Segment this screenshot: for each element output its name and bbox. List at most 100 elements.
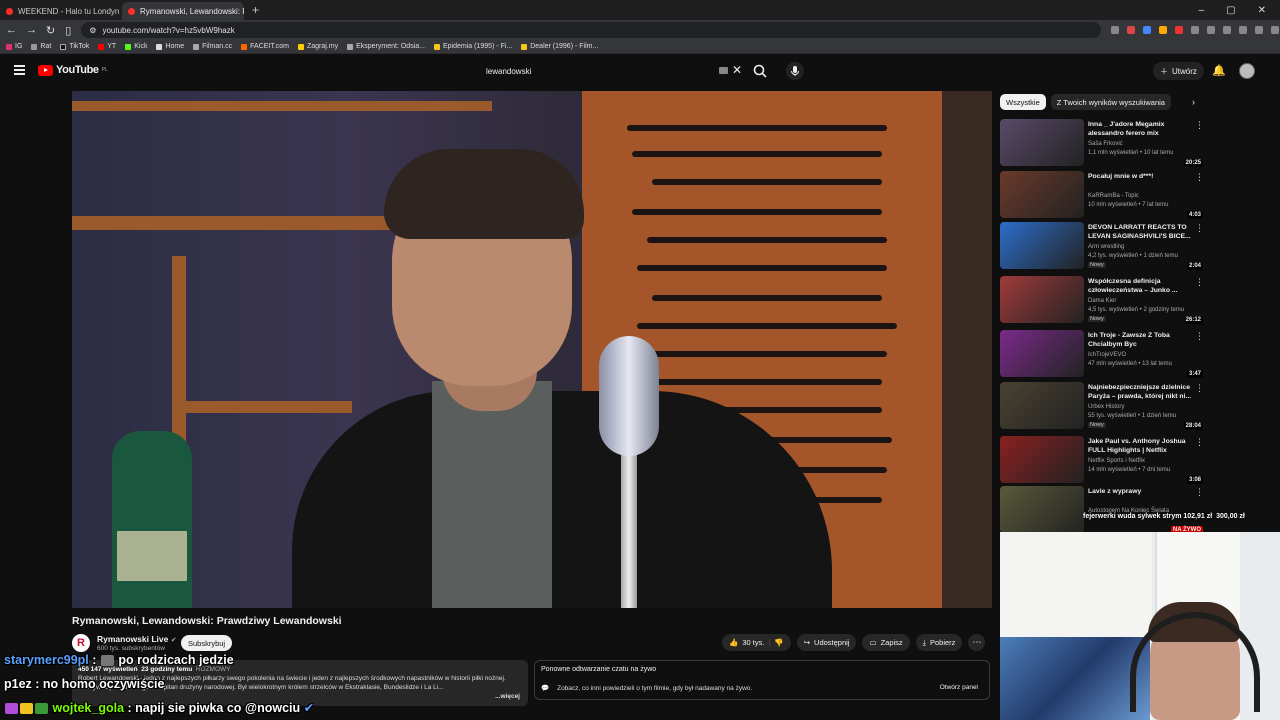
video-thumbnail[interactable]	[1000, 119, 1084, 166]
chip-from-search[interactable]: Z Twoich wyników wyszukiwania	[1050, 94, 1171, 110]
more-options-icon[interactable]: ⋮	[1195, 487, 1204, 498]
video-thumbnail[interactable]	[1000, 486, 1084, 533]
bookmark-item[interactable]: TikTok	[60, 43, 89, 50]
video-actions: 👍 30 tys. | 👎 ↪ Udostępnij ▭ Zapisz ⤓ Po…	[722, 634, 986, 651]
video-title: Inna _ J'adore Megamix alessandro ferero…	[1088, 121, 1165, 137]
slat	[647, 351, 887, 357]
recommended-video[interactable]: 3:47 Ich Troje - Zawsze Z Toba Chcialbym…	[1000, 330, 1205, 380]
streamer-webcam	[1000, 532, 1280, 720]
video-meta: 4,5 tys. wyświetleń • 2 godziny temu	[1088, 307, 1185, 313]
more-options-icon[interactable]: ⋮	[1195, 331, 1204, 342]
menu-icon[interactable]	[1271, 26, 1280, 34]
minimize-icon[interactable]: –	[1199, 5, 1205, 16]
close-window-icon[interactable]: ✕	[1258, 5, 1266, 16]
extension-icon[interactable]	[1239, 26, 1248, 34]
recommended-video[interactable]: 28:04 Najniebezpieczniejsze dzielnice Pa…	[1000, 382, 1205, 432]
back-icon[interactable]: ←	[6, 24, 17, 36]
new-tab-button[interactable]: +	[244, 3, 267, 17]
recommended-video[interactable]: 20:25 Inna _ J'adore Megamix alessandro …	[1000, 119, 1205, 169]
menu-icon[interactable]	[14, 65, 25, 77]
browser-tab-active[interactable]: Rymanowski, Lewandowski: P... ✕	[122, 2, 244, 20]
slat	[637, 323, 897, 329]
video-thumbnail[interactable]	[1000, 382, 1084, 429]
extension-icon[interactable]	[1143, 26, 1152, 34]
bookmark-item[interactable]: Epidemia (1995) - Fi...	[433, 43, 512, 50]
browser-tab[interactable]: WEEKEND - Halo tu Londyn (Oficjal...	[0, 2, 122, 20]
tab-label: WEEKEND - Halo tu Londyn (Oficjal...	[18, 6, 122, 16]
address-bar-row: ← → ↻ ▯ ⚙ youtube.com/watch?v=hz5vbW9haz…	[0, 20, 1280, 40]
extension-icon[interactable]	[1223, 26, 1232, 34]
recommended-video[interactable]: 4:03 Pocałuj mnie w d***! KaRRamBa - Top…	[1000, 171, 1205, 221]
search-input[interactable]: lewandowski ✕	[478, 62, 746, 80]
microphone-icon	[791, 66, 799, 76]
view-count: 450 147 wyświetleń	[78, 666, 138, 673]
account-avatar[interactable]	[1239, 63, 1255, 79]
subscribe-button[interactable]: Subskrybuj	[181, 635, 233, 651]
keyboard-icon[interactable]	[719, 67, 728, 74]
bookmark-item[interactable]: FACEIT.com	[241, 43, 289, 50]
new-badge: Nowy	[1088, 316, 1106, 322]
bookmark-item[interactable]: YT	[98, 43, 116, 50]
bookmark-item[interactable]: IG	[6, 43, 22, 50]
video-thumbnail[interactable]	[1000, 171, 1084, 218]
forward-icon[interactable]: →	[26, 24, 37, 36]
video-player[interactable]	[72, 91, 992, 608]
reload-icon[interactable]: ↻	[46, 24, 55, 37]
extension-icon[interactable]	[1191, 26, 1200, 34]
recommended-video[interactable]: 2:04 DEVON LARRATT REACTS TO LEVAN SAGIN…	[1000, 222, 1205, 272]
extension-icon[interactable]	[1159, 26, 1168, 34]
channel-avatar[interactable]: R	[72, 634, 90, 652]
bookmark-item[interactable]: Kick	[125, 43, 147, 50]
video-thumbnail[interactable]	[1000, 276, 1084, 323]
bookmark-item[interactable]: Eksperyment: Odsia...	[347, 43, 425, 50]
thumbs-down-icon[interactable]: 👎	[774, 638, 783, 647]
chat-replay-title: Ponowne odtwarzanie czatu na żywo	[541, 666, 657, 673]
extension-icon[interactable]	[1175, 26, 1184, 34]
extension-icon[interactable]	[1207, 26, 1216, 34]
extension-icon[interactable]	[1111, 26, 1120, 34]
chevron-right-icon[interactable]: ›	[1192, 97, 1195, 107]
more-options-icon[interactable]: ⋮	[1195, 437, 1204, 448]
more-options-icon[interactable]: ⋮	[1195, 277, 1204, 288]
video-title: Ich Troje - Zawsze Z Toba Chcialbym Byc	[1088, 332, 1170, 348]
bookmark-item[interactable]: Dealer (1996) - Film...	[521, 43, 598, 50]
site-info-icon[interactable]: ⚙	[89, 26, 96, 35]
video-thumbnail[interactable]	[1000, 436, 1084, 483]
more-options-icon[interactable]: ⋮	[1195, 383, 1204, 394]
more-options-icon[interactable]: ⋮	[1195, 120, 1204, 131]
url-field[interactable]: ⚙ youtube.com/watch?v=hz5vbW9hazk	[81, 22, 1102, 38]
bookmark-item[interactable]: Filman.cc	[193, 43, 232, 50]
youtube-logo[interactable]: YouTube PL	[38, 64, 108, 76]
bookmark-item[interactable]: Zagraj.my	[298, 43, 338, 50]
save-button[interactable]: ▭ Zapisz	[862, 634, 910, 651]
voice-search-button[interactable]	[786, 62, 804, 80]
share-button[interactable]: ↪ Udostępnij	[796, 634, 857, 651]
chip-all[interactable]: Wszystkie	[1000, 94, 1046, 110]
extension-icon[interactable]	[1127, 26, 1136, 34]
channel-name: Urbex History	[1088, 404, 1125, 410]
bookmark-item[interactable]: Rat	[31, 43, 51, 50]
bookmark-page-icon[interactable]: ▯	[65, 24, 71, 37]
download-button[interactable]: ⤓ Pobierz	[915, 634, 963, 651]
extension-icon[interactable]	[1255, 26, 1264, 34]
channel-name[interactable]: Rymanowski Live ✔	[97, 634, 177, 644]
search-icon[interactable]	[752, 63, 768, 79]
recommended-video[interactable]: 26:12 Współczesna definicja człowieczeńs…	[1000, 276, 1205, 326]
recommended-video[interactable]: 3:08 Jake Paul vs. Anthony Joshua FULL H…	[1000, 436, 1205, 486]
maximize-icon[interactable]: ▢	[1226, 5, 1235, 16]
video-meta: 47 mln wyświetleń • 13 lat temu	[1088, 361, 1172, 367]
more-options-icon[interactable]: ⋮	[1195, 223, 1204, 234]
recommended-video[interactable]: NA ŻYWO Lavie z wyprawy Autostopem Na Ko…	[1000, 486, 1205, 536]
video-thumbnail[interactable]	[1000, 222, 1084, 269]
like-button[interactable]: 👍 30 tys. | 👎	[722, 634, 791, 651]
check-icon: ✔	[303, 701, 315, 715]
more-actions-icon[interactable]: ⋯	[968, 634, 986, 651]
video-thumbnail[interactable]	[1000, 330, 1084, 377]
bookmark-item[interactable]: Home	[156, 43, 184, 50]
create-button[interactable]: ＋ Utwórz	[1153, 62, 1204, 80]
open-panel-button[interactable]: Otwórz panel	[935, 682, 983, 693]
show-more-link[interactable]: ...więcej	[495, 692, 520, 701]
notifications-bell-icon[interactable]: 🔔	[1212, 64, 1226, 77]
more-options-icon[interactable]: ⋮	[1195, 172, 1204, 183]
clear-search-icon[interactable]: ✕	[732, 63, 742, 77]
